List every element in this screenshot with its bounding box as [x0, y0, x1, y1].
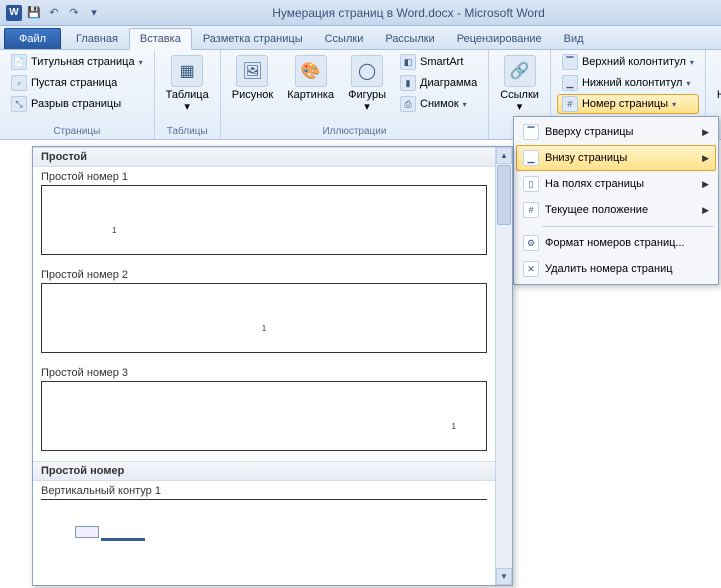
gallery-item-label: Вертикальный контур 1	[33, 481, 495, 499]
group-pages: 📄Титульная страница▾ ▫Пустая страница ⤡Р…	[0, 50, 155, 139]
tab-insert[interactable]: Вставка	[129, 28, 192, 50]
tab-layout[interactable]: Разметка страницы	[192, 28, 314, 49]
page-number-gallery: Простой Простой номер 1 1 Простой номер …	[32, 146, 513, 586]
scroll-track[interactable]	[496, 226, 512, 568]
tab-references[interactable]: Ссылки	[314, 28, 375, 49]
header-icon: ▔	[562, 54, 578, 70]
submenu-arrow-icon: ▶	[702, 127, 709, 138]
page-top-icon: ▔	[523, 124, 539, 140]
page-break-button[interactable]: ⤡Разрыв страницы	[6, 94, 148, 114]
picture-icon: 🖼	[236, 55, 268, 87]
submenu-arrow-icon: ▶	[702, 205, 709, 216]
gallery-item-preview[interactable]	[41, 499, 487, 559]
shapes-icon: ◯	[351, 55, 383, 87]
header-button[interactable]: ▔Верхний колонтитул▾	[557, 52, 699, 72]
chart-button[interactable]: ▮Диаграмма	[395, 73, 482, 93]
picture-button[interactable]: 🖼Рисунок	[227, 52, 279, 104]
window-title: Нумерация страниц в Word.docx - Microsof…	[102, 6, 715, 20]
shapes-button[interactable]: ◯Фигуры▾	[343, 52, 391, 116]
remove-icon: ✕	[523, 261, 539, 277]
screenshot-icon: ⎙	[400, 96, 416, 112]
current-pos-icon: #	[523, 202, 539, 218]
tab-mailings[interactable]: Рассылки	[374, 28, 445, 49]
blank-page-button[interactable]: ▫Пустая страница	[6, 73, 148, 93]
gallery-item-preview[interactable]: 1	[41, 381, 487, 451]
chart-icon: ▮	[400, 75, 416, 91]
group-illustrations: 🖼Рисунок 🎨Картинка ◯Фигуры▾ ◧SmartArt ▮Д…	[221, 50, 489, 139]
tab-view[interactable]: Вид	[553, 28, 595, 49]
shape-preview-icon	[75, 526, 99, 538]
textbox-button[interactable]: AНадпись	[712, 52, 721, 104]
scroll-up-icon[interactable]: ▲	[496, 147, 512, 164]
page-number-button[interactable]: #Номер страницы▾	[557, 94, 699, 114]
title-page-icon: 📄	[11, 54, 27, 70]
menu-bottom-of-page[interactable]: ▁Внизу страницы▶	[516, 145, 716, 171]
gallery-item-preview[interactable]: 1	[41, 283, 487, 353]
gallery-category: Простой	[33, 147, 495, 167]
tab-file[interactable]: Файл	[4, 28, 61, 49]
undo-icon[interactable]: ↶	[46, 5, 62, 21]
blank-page-icon: ▫	[11, 75, 27, 91]
title-page-button[interactable]: 📄Титульная страница▾	[6, 52, 148, 72]
group-tables: ▦Таблица▾ Таблицы	[155, 50, 221, 139]
menu-current-position[interactable]: #Текущее положение▶	[516, 197, 716, 223]
ribbon-tabs: Файл Главная Вставка Разметка страницы С…	[0, 26, 721, 50]
gallery-item-label: Простой номер 2	[33, 265, 495, 283]
group-label: Страницы	[6, 124, 148, 139]
page-margins-icon: ▯	[523, 176, 539, 192]
menu-format-numbers[interactable]: ⚙Формат номеров страниц...	[516, 230, 716, 256]
page-bottom-icon: ▁	[523, 150, 539, 166]
tab-home[interactable]: Главная	[65, 28, 129, 49]
smartart-button[interactable]: ◧SmartArt	[395, 52, 482, 72]
gallery-item-label: Простой номер 3	[33, 363, 495, 381]
title-bar: W 💾 ↶ ↷ ▾ Нумерация страниц в Word.docx …	[0, 0, 721, 26]
gallery-item-preview[interactable]: 1	[41, 185, 487, 255]
scroll-thumb[interactable]	[497, 165, 511, 225]
menu-separator	[542, 226, 714, 227]
qat-customize-icon[interactable]: ▾	[86, 5, 102, 21]
screenshot-button[interactable]: ⎙Снимок▾	[395, 94, 482, 114]
gallery-item-label: Простой номер 1	[33, 167, 495, 185]
clipart-button[interactable]: 🎨Картинка	[282, 52, 339, 104]
menu-top-of-page[interactable]: ▔Вверху страницы▶	[516, 119, 716, 145]
group-label: Иллюстрации	[227, 124, 482, 139]
table-icon: ▦	[171, 55, 203, 87]
save-icon[interactable]: 💾	[26, 5, 42, 21]
tab-review[interactable]: Рецензирование	[446, 28, 553, 49]
links-icon: 🔗	[504, 55, 536, 87]
page-break-icon: ⤡	[11, 96, 27, 112]
quick-access-toolbar: 💾 ↶ ↷ ▾	[26, 5, 102, 21]
footer-button[interactable]: ▁Нижний колонтитул▾	[557, 73, 699, 93]
clipart-icon: 🎨	[295, 55, 327, 87]
gallery-scrollbar[interactable]: ▲ ▼	[495, 147, 512, 585]
scroll-down-icon[interactable]: ▼	[496, 568, 512, 585]
submenu-arrow-icon: ▶	[702, 153, 709, 164]
footer-icon: ▁	[562, 75, 578, 91]
group-label: Таблицы	[161, 124, 214, 139]
smartart-icon: ◧	[400, 54, 416, 70]
page-number-menu: ▔Вверху страницы▶ ▁Внизу страницы▶ ▯На п…	[513, 116, 719, 285]
gallery-category: Простой номер	[33, 461, 495, 481]
page-number-icon: #	[562, 96, 578, 112]
format-icon: ⚙	[523, 235, 539, 251]
menu-page-margins[interactable]: ▯На полях страницы▶	[516, 171, 716, 197]
links-button[interactable]: 🔗Ссылки▾	[495, 52, 544, 116]
app-icon: W	[6, 5, 22, 21]
menu-remove-numbers[interactable]: ✕Удалить номера страниц	[516, 256, 716, 282]
table-button[interactable]: ▦Таблица▾	[161, 52, 214, 116]
underline-preview	[101, 538, 145, 541]
submenu-arrow-icon: ▶	[702, 179, 709, 190]
redo-icon[interactable]: ↷	[66, 5, 82, 21]
